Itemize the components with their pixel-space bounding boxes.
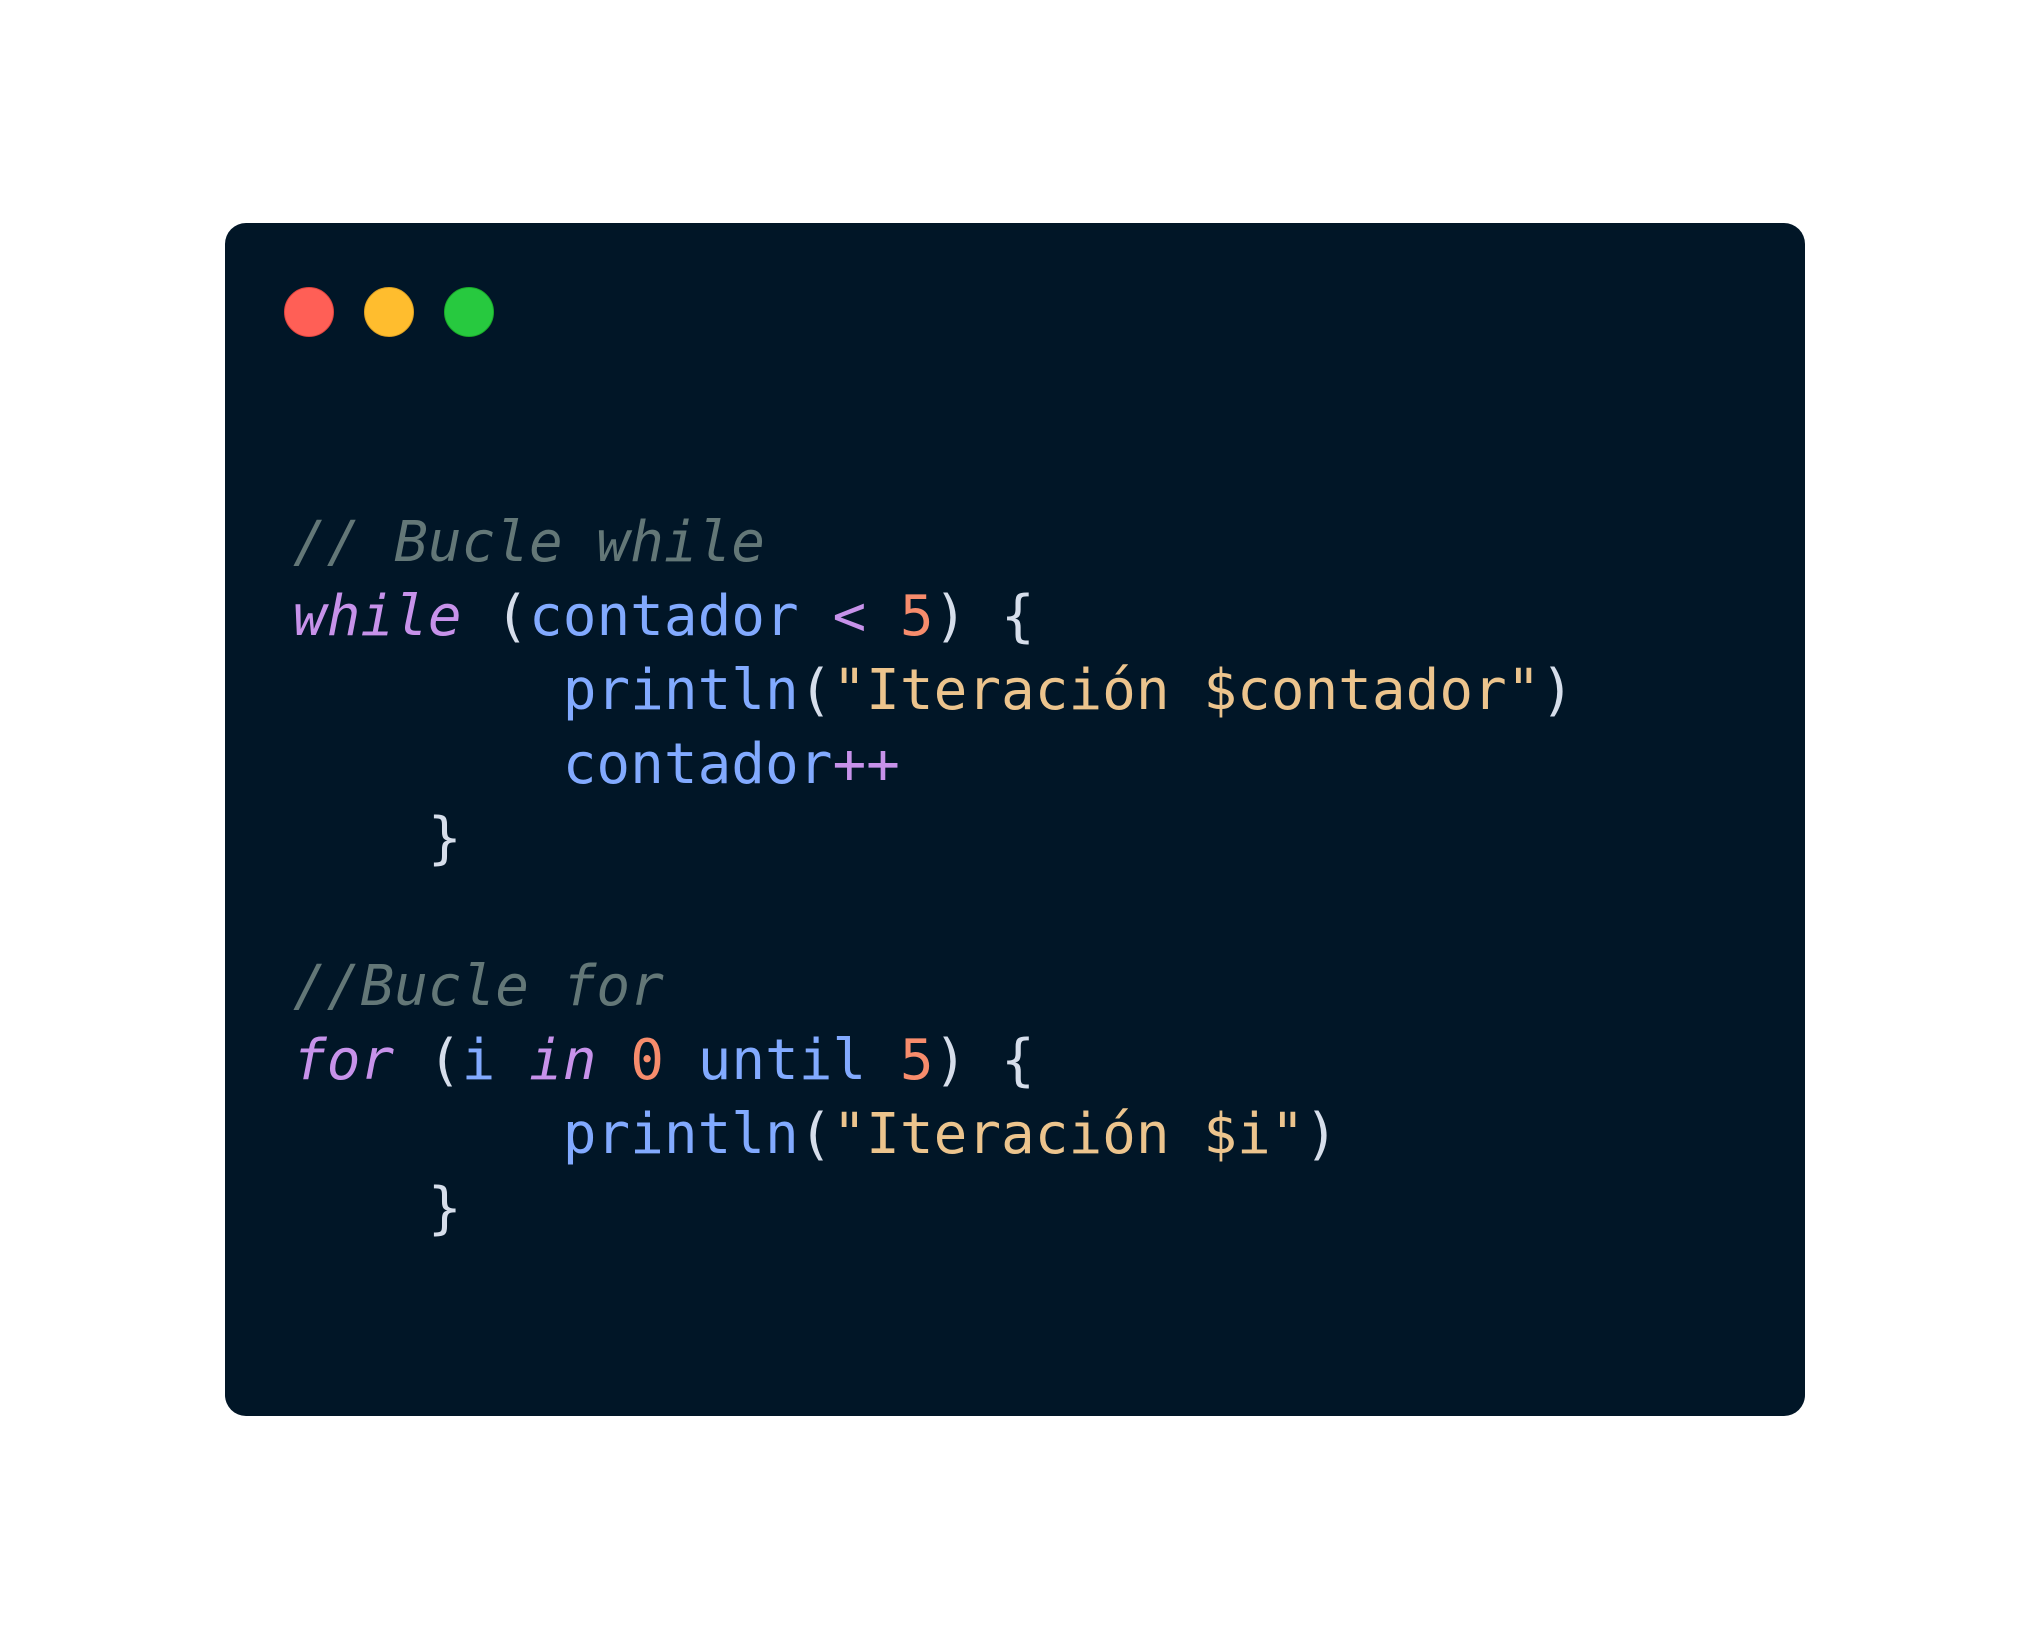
- code-token-punct: (: [798, 1102, 833, 1167]
- code-token-operator: ++: [832, 732, 900, 797]
- code-line: // Bucle while: [293, 506, 1574, 580]
- code-token-punct: ) {: [933, 584, 1035, 649]
- code-block: // Bucle while while (contador < 5) { pri…: [293, 506, 1574, 1246]
- code-token-keyword: in: [529, 1028, 597, 1093]
- code-token-punct: ): [1540, 658, 1575, 723]
- code-token-punct: }: [427, 1176, 462, 1241]
- code-line: println("Iteración $contador"): [293, 654, 1574, 728]
- code-token-punct: (: [427, 1028, 462, 1093]
- code-token-string: "Iteración $contador": [832, 658, 1541, 723]
- code-line: contador++: [293, 728, 1574, 802]
- code-token-func: println: [562, 658, 799, 723]
- maximize-button[interactable]: [444, 287, 494, 337]
- code-token-number: 5: [899, 584, 934, 649]
- code-line: }: [293, 1172, 1574, 1246]
- code-token-punct: }: [427, 806, 462, 871]
- code-token-number: 5: [899, 1028, 934, 1093]
- code-line: }: [293, 802, 1574, 876]
- code-token-ident: until: [697, 1028, 867, 1093]
- code-token-ident: i: [461, 1028, 496, 1093]
- code-token-ident: contador: [562, 732, 833, 797]
- code-token-punct: (: [495, 584, 530, 649]
- code-token-punct: (: [798, 658, 833, 723]
- code-token-comment: //Bucle for: [293, 954, 664, 1019]
- code-token-comment: // Bucle while: [293, 510, 766, 575]
- minimize-button[interactable]: [364, 287, 414, 337]
- code-token-number: 0: [630, 1028, 664, 1093]
- code-token-ident: contador: [529, 584, 799, 649]
- code-token-func: println: [562, 1102, 799, 1167]
- code-token-operator: <: [832, 584, 867, 649]
- code-token-punct: ) {: [933, 1028, 1035, 1093]
- code-token-string: "Iteración $i": [832, 1102, 1305, 1167]
- code-token-punct: ): [1304, 1102, 1339, 1167]
- code-line: while (contador < 5) {: [293, 580, 1574, 654]
- code-token-keyword: for: [293, 1028, 395, 1093]
- code-window: // Bucle while while (contador < 5) { pri…: [225, 223, 1805, 1416]
- close-button[interactable]: [284, 287, 334, 337]
- code-line: //Bucle for: [293, 950, 1574, 1024]
- code-line: println("Iteración $i"): [293, 1098, 1574, 1172]
- code-token-keyword: while: [293, 584, 462, 649]
- code-line: for (i in 0 until 5) {: [293, 1024, 1574, 1098]
